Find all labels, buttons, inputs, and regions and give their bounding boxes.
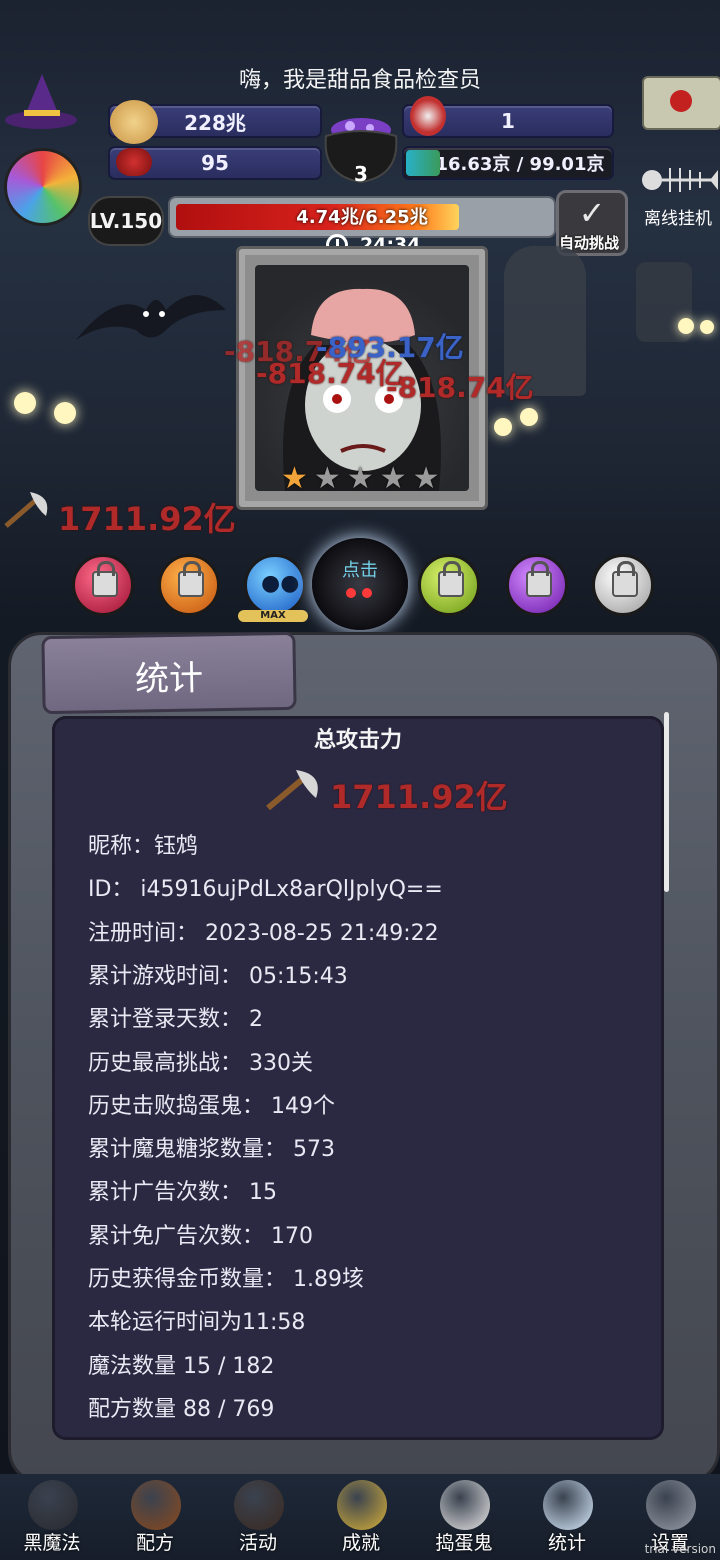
total-attack-overlay: 1711.92亿 bbox=[58, 500, 236, 538]
stats-tab-header: 统计 bbox=[41, 631, 297, 715]
stat-row: 累计游戏时间： 05:15:43 bbox=[88, 963, 348, 989]
stat-row: 注册时间： 2023-08-25 21:49:22 bbox=[88, 920, 439, 946]
nav-label: 成就 bbox=[341, 1532, 380, 1554]
fish-skeleton-icon[interactable] bbox=[640, 162, 718, 202]
nav-label: 黑魔法 bbox=[23, 1532, 81, 1554]
axe-icon bbox=[2, 490, 54, 530]
ghost-icon bbox=[440, 1480, 490, 1530]
offline-idle-label[interactable]: 离线挂机 bbox=[636, 204, 720, 229]
recipe-book-icon bbox=[131, 1480, 181, 1530]
candy-value: 95 bbox=[201, 151, 229, 175]
nav-label: 配方 bbox=[135, 1532, 174, 1554]
active-demon-skill-button[interactable]: 点击 bbox=[312, 538, 408, 630]
lock-icon bbox=[438, 561, 464, 597]
skull-potion-value: 1 bbox=[501, 109, 515, 133]
candy-resource: 95 bbox=[108, 146, 322, 180]
locked-skill-orb-red[interactable] bbox=[72, 554, 134, 616]
trophy-icon bbox=[337, 1480, 387, 1530]
stat-row: 配方数量 88 / 769 bbox=[88, 1396, 275, 1422]
experience-bar-icon bbox=[406, 150, 440, 176]
stat-row: 累计广告次数： 15 bbox=[88, 1180, 277, 1206]
trial-version-label: trial version bbox=[644, 1542, 716, 1556]
lock-icon bbox=[92, 561, 118, 597]
checkmark-icon: ✓ bbox=[578, 194, 606, 232]
ghost-face-icon: ●● bbox=[261, 571, 300, 596]
crystal-ball-icon bbox=[543, 1480, 593, 1530]
demon-icon bbox=[28, 1480, 78, 1530]
gear-icon bbox=[646, 1480, 696, 1530]
experience-value: 16.63京 / 99.01京 bbox=[435, 154, 605, 175]
stat-row: 累计魔鬼糖浆数量： 573 bbox=[88, 1137, 335, 1163]
tap-label: 点击 bbox=[342, 560, 378, 581]
stat-row: 历史最高挑战： 330关 bbox=[88, 1050, 313, 1076]
stats-tab-title: 统计 bbox=[134, 658, 204, 700]
nav-label: 活动 bbox=[238, 1532, 277, 1554]
skull-potion-resource: 1 bbox=[402, 96, 614, 138]
locked-skill-orb-white[interactable] bbox=[592, 554, 654, 616]
total-attack-title: 总攻击力 bbox=[313, 728, 402, 753]
stats-scrollbar[interactable] bbox=[664, 712, 669, 892]
damage-number: -818.74亿 bbox=[386, 371, 534, 404]
stat-row: 昵称：钰鸩 bbox=[88, 834, 199, 859]
stat-row: 历史击败捣蛋鬼： 149个 bbox=[88, 1093, 335, 1119]
nav-item-2[interactable]: 活动 bbox=[208, 1474, 308, 1560]
star-empty-icon: ★ bbox=[412, 461, 440, 491]
boss-hp-bar: 4.74兆/6.25兆 bbox=[168, 196, 556, 238]
stat-row: 累计免广告次数： 170 bbox=[88, 1223, 313, 1249]
nav-item-3[interactable]: 成就 bbox=[311, 1474, 411, 1560]
nav-item-1[interactable]: 配方 bbox=[105, 1474, 205, 1560]
star-empty-icon: ★ bbox=[346, 461, 374, 491]
glowing-eyes bbox=[700, 320, 714, 334]
bottom-nav: 黑魔法 配方 活动 成就 捣蛋鬼 统计 设置 bbox=[0, 1474, 720, 1560]
lock-icon bbox=[178, 561, 204, 597]
cookie-resource: 228兆 bbox=[108, 100, 322, 144]
stat-row: 本轮运行时间为11:58 bbox=[88, 1310, 306, 1336]
skull-potion-icon bbox=[410, 96, 446, 136]
level-badge: LV.150 bbox=[88, 196, 164, 246]
glowing-eyes bbox=[678, 318, 694, 334]
mail-icon[interactable] bbox=[642, 76, 720, 130]
star-filled-icon: ★ bbox=[281, 461, 308, 491]
stat-row: ID： i45916ujPdLx8arQlJplyQ== bbox=[88, 877, 443, 903]
locked-skill-orb-orange[interactable] bbox=[158, 554, 220, 616]
max-level-badge: MAX bbox=[238, 610, 308, 622]
greeting-text: 嗨，我是甜品食品检查员 bbox=[238, 68, 481, 93]
nav-label: 统计 bbox=[547, 1532, 586, 1554]
glowing-eyes bbox=[54, 402, 76, 424]
witch-hat-icon[interactable] bbox=[4, 72, 78, 132]
nav-item-0[interactable]: 黑魔法 bbox=[2, 1474, 102, 1560]
star-empty-icon: ★ bbox=[379, 461, 407, 491]
locked-skill-orb-purple[interactable] bbox=[506, 554, 568, 616]
cauldron-count: 3 bbox=[354, 162, 368, 186]
bat-icon bbox=[76, 270, 226, 360]
glowing-eyes bbox=[494, 418, 512, 436]
glowing-eyes bbox=[14, 392, 36, 414]
stat-row: 魔法数量 15 / 182 bbox=[88, 1353, 275, 1379]
stat-row: 累计登录天数： 2 bbox=[88, 1007, 263, 1033]
experience-resource: 16.63京 / 99.01京 bbox=[402, 146, 614, 180]
locked-skill-orb-lime[interactable] bbox=[418, 554, 480, 616]
total-attack-value: 1711.92亿 bbox=[330, 778, 508, 816]
red-eyes-icon bbox=[346, 588, 356, 598]
nav-item-4[interactable]: 捣蛋鬼 bbox=[414, 1474, 514, 1560]
damage-number: -818.74亿 bbox=[256, 357, 404, 390]
nav-label: 捣蛋鬼 bbox=[435, 1532, 493, 1554]
axe-icon bbox=[262, 768, 326, 812]
stat-row: 历史获得金币数量： 1.89垓 bbox=[88, 1267, 364, 1292]
star-empty-icon: ★ bbox=[313, 461, 341, 491]
candy-avatar[interactable] bbox=[4, 148, 82, 226]
boss-hp-text: 4.74兆/6.25兆 bbox=[296, 207, 428, 228]
lock-icon bbox=[526, 561, 552, 597]
glowing-eyes bbox=[520, 408, 538, 426]
star-rating: ★ ★ ★ ★ ★ bbox=[281, 461, 451, 491]
cookie-icon bbox=[110, 100, 158, 144]
skill-orb-blue-ghost[interactable]: ●● bbox=[244, 554, 306, 616]
lock-icon bbox=[612, 561, 638, 597]
nav-item-5[interactable]: 统计 bbox=[517, 1474, 617, 1560]
cookie-value: 228兆 bbox=[184, 110, 246, 135]
event-cake-icon bbox=[234, 1480, 284, 1530]
candy-icon bbox=[116, 148, 152, 176]
